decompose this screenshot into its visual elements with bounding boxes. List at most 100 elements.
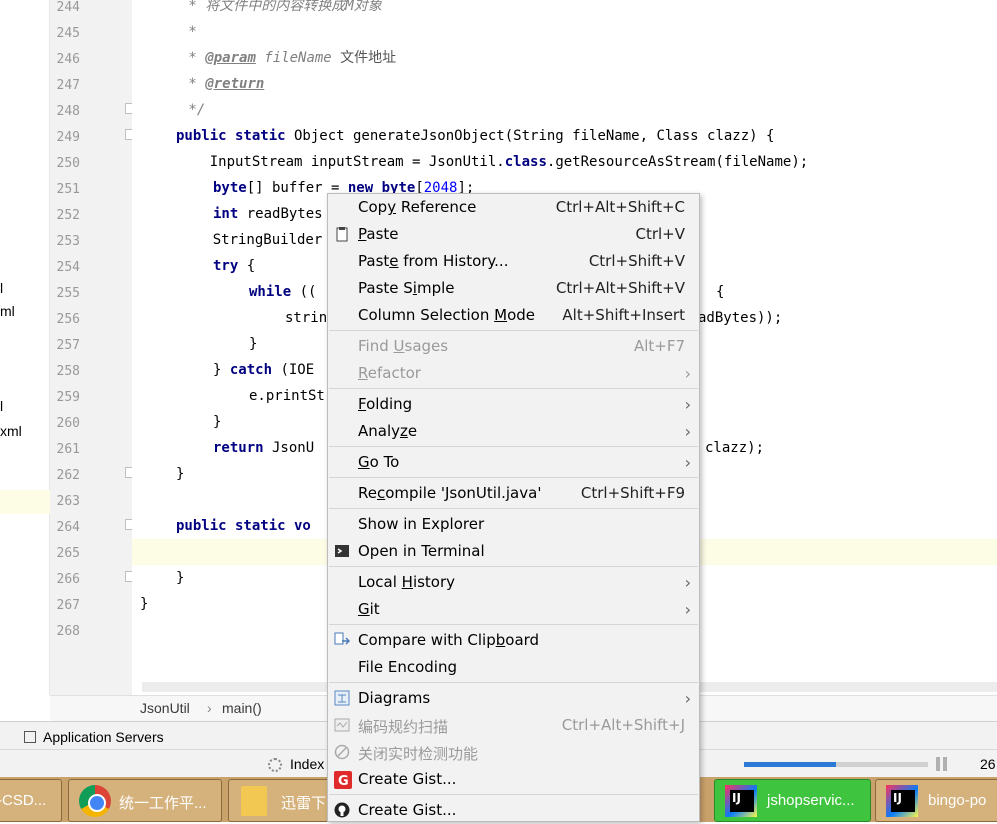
submenu-arrow-icon: › [684,422,691,441]
terminal-icon [334,543,350,559]
menu-separator [329,794,698,795]
menu-item-shortcut: Ctrl+Shift+F9 [580,484,685,502]
svg-text:G: G [338,774,349,789]
menu-item-label: Refactor [358,364,421,382]
menu-item-label: Go To [358,453,400,471]
submenu-arrow-icon: › [684,453,691,472]
menu-item-folding[interactable]: Folding › [328,391,699,418]
menu-item-git[interactable]: Git › [328,596,699,623]
line-number: 245 [56,26,80,41]
menu-item-label: 关闭实时检测功能 [358,745,479,763]
line-number: 252 [56,208,80,223]
code-line: * @param fileName 文件地址 [180,50,397,66]
taskbar-item[interactable]: 迅雷下 [228,779,338,822]
project-selected-row [0,490,50,514]
indexing-label[interactable]: Index [290,756,324,772]
line-number: 263 [56,494,80,509]
menu-item-label: Recompile 'JsonUtil.java' [358,484,542,502]
menu-item-paste-simple[interactable]: Paste Simple Ctrl+Alt+Shift+V [328,275,699,302]
menu-item-refactor[interactable]: Refactor › [328,360,699,387]
application-servers-tab[interactable]: Application Servers [43,729,164,745]
taskbar-item[interactable]: -CSD... [0,779,62,822]
menu-item-label: Create Gist... [358,770,457,788]
line-number: 262 [56,468,80,483]
disabled-icon [334,744,350,760]
menu-item-shortcut: Alt+Shift+Insert [562,306,685,324]
code-line: */ [180,102,206,118]
menu-separator [329,330,698,331]
intellij-icon [886,785,918,817]
progress-fill [744,762,836,767]
project-tree-item-fragment[interactable]: l [0,280,3,296]
menu-item-diagrams[interactable]: Diagrams › [328,685,699,712]
pause-icon[interactable] [936,757,947,771]
taskbar-item-label: jshopservic... [767,792,855,809]
taskbar-item[interactable]: 统一工作平... [68,779,222,822]
menu-item-local-history[interactable]: Local History › [328,569,699,596]
menu-item-label: Create Gist... [358,801,457,819]
line-number: 246 [56,52,80,67]
menu-item-find-usages[interactable]: Find Usages Alt+F7 [328,333,699,360]
menu-item-copy-reference[interactable]: Copy Reference Ctrl+Alt+Shift+C [328,194,699,221]
menu-item-label: Column Selection Mode [358,306,535,324]
menu-item-label: Paste from History... [358,252,509,270]
menu-item-column-selection-mode[interactable]: Column Selection Mode Alt+Shift+Insert [328,302,699,329]
line-number: 244 [56,0,80,15]
menu-item-create-gist[interactable]: G Create Gist... [328,766,699,793]
code-line: public static Object generateJsonObject(… [176,128,775,144]
project-tree-item-fragment[interactable]: xml [0,423,22,439]
menu-item-open-in-terminal[interactable]: Open in Terminal [328,538,699,565]
menu-item-code-scan[interactable]: 编码规约扫描 Ctrl+Alt+Shift+J [328,712,699,739]
clipboard-icon [334,226,350,242]
menu-item-create-gist-github[interactable]: Create Gist... [328,797,699,824]
submenu-arrow-icon: › [684,689,691,708]
line-number: 256 [56,312,80,327]
github-icon [334,802,350,818]
breadcrumb-class[interactable]: JsonUtil [140,700,190,716]
line-number: 253 [56,234,80,249]
menu-item-label: Paste Simple [358,279,455,297]
line-number: 250 [56,156,80,171]
menu-item-recompile[interactable]: Recompile 'JsonUtil.java' Ctrl+Shift+F9 [328,480,699,507]
menu-separator [329,477,698,478]
menu-separator [329,566,698,567]
editor-gutter[interactable]: 244 245 246 247 248 249 250 251 252 253 … [50,0,180,695]
indexing-progress-bar[interactable] [744,762,928,767]
menu-item-shortcut: Alt+F7 [633,337,685,355]
menu-item-label: File Encoding [358,658,457,676]
submenu-arrow-icon: › [684,364,691,383]
taskbar-item[interactable]: jshopservic... [714,779,871,822]
menu-item-analyze[interactable]: Analyze › [328,418,699,445]
taskbar-item-label: -CSD... [0,792,47,809]
line-number: 254 [56,260,80,275]
menu-item-label: 编码规约扫描 [358,718,449,736]
menu-item-label: Compare with Clipboard [358,631,540,649]
line-number: 264 [56,520,80,535]
menu-item-close-realtime-check[interactable]: 关闭实时检测功能 [328,739,699,766]
menu-item-file-encoding[interactable]: File Encoding [328,654,699,681]
taskbar-item[interactable]: bingo-po [875,779,997,822]
menu-item-label: Copy Reference [358,198,477,216]
menu-item-shortcut: Ctrl+Alt+Shift+J [561,716,685,734]
submenu-arrow-icon: › [684,395,691,414]
line-number: 249 [56,130,80,145]
submenu-arrow-icon: › [684,573,691,592]
breadcrumb-method[interactable]: main() [222,700,262,716]
code-line: InputStream inputStream = JsonUtil.class… [176,154,809,170]
project-tree-item-fragment[interactable]: ml [0,303,15,319]
folder-icon [241,786,267,816]
code-line: * @return [180,76,265,92]
submenu-arrow-icon: › [684,600,691,619]
menu-item-compare-with-clipboard[interactable]: Compare with Clipboard [328,627,699,654]
menu-item-go-to[interactable]: Go To › [328,449,699,476]
caret-position[interactable]: 26 [980,756,996,772]
menu-item-show-in-explorer[interactable]: Show in Explorer [328,511,699,538]
editor-context-menu: Copy Reference Ctrl+Alt+Shift+C Paste Ct… [327,193,700,822]
menu-item-paste[interactable]: Paste Ctrl+V [328,221,699,248]
taskbar-item-label: bingo-po [928,792,987,809]
menu-separator [329,682,698,683]
project-tree-item-fragment[interactable]: l [0,398,3,414]
menu-item-paste-from-history[interactable]: Paste from History... Ctrl+Shift+V [328,248,699,275]
code-line: * [180,24,197,40]
line-number: 258 [56,364,80,379]
